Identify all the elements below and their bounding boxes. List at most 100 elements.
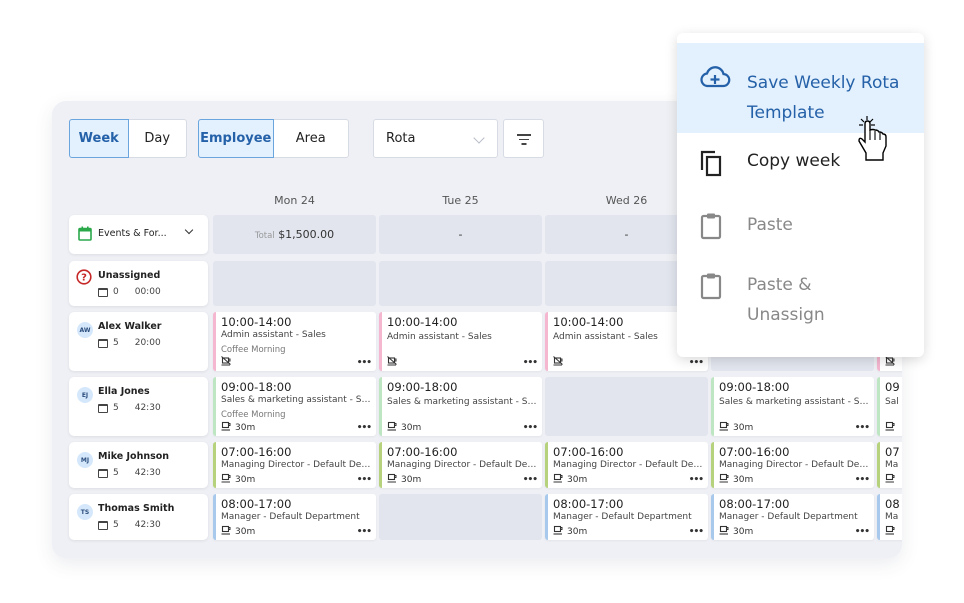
- hours-total: 00:00: [134, 287, 161, 297]
- employee-meta: 5 42:30: [98, 403, 161, 413]
- empty-cell[interactable]: [379, 494, 542, 540]
- group-area-button[interactable]: Area: [274, 120, 349, 157]
- avatar: AW: [77, 322, 93, 338]
- employee-meta: 5 42:30: [98, 520, 161, 530]
- menu-item-label: Paste & Unassign: [747, 275, 825, 325]
- menu-item-paste-unassign[interactable]: Paste & Unassign: [677, 270, 924, 340]
- employee-row-header[interactable]: AW Alex Walker 5 20:00: [69, 312, 208, 371]
- filter-icon-line: [521, 143, 526, 145]
- shift-card[interactable]: 10:00-14:00 Admin assistant - Sales •••: [379, 312, 542, 371]
- shift-card[interactable]: 07:00-16:00 Managing Director - Default …: [711, 442, 874, 488]
- empty-cell[interactable]: [545, 377, 708, 436]
- shift-time: 08:00-17:00: [221, 497, 292, 511]
- shift-card[interactable]: 08:00-17:00 Manager - Default Department…: [711, 494, 874, 540]
- events-filter-dropdown[interactable]: Events & For...: [69, 215, 208, 254]
- hand-pointer-cursor-icon: [858, 116, 887, 161]
- empty-cell[interactable]: [213, 261, 376, 306]
- shift-card[interactable]: 09:00-18:00 Sales & marketing assistant …: [379, 377, 542, 436]
- coffee-cup-icon: [387, 421, 398, 434]
- break-duration: 30m: [733, 422, 754, 433]
- more-options-button[interactable]: •••: [523, 358, 538, 368]
- shift-card[interactable]: 10:00-14:00 Admin assistant - Sales Coff…: [213, 312, 376, 371]
- more-options-button[interactable]: •••: [855, 423, 870, 433]
- total-value: -: [458, 228, 463, 241]
- break-duration: 30m: [235, 422, 256, 433]
- shift-time: 07:00-16:00: [387, 445, 458, 459]
- shift-card[interactable]: 07:00-16:00 Managing Director - Default …: [213, 442, 376, 488]
- clipboard-icon: [700, 213, 722, 240]
- shift-card[interactable]: 09:00-18:00 Sales & marketing assistant …: [711, 377, 874, 436]
- more-options-button[interactable]: •••: [689, 527, 704, 537]
- employee-name: Ella Jones: [98, 386, 150, 397]
- filter-icon: [516, 134, 531, 136]
- more-options-button[interactable]: •••: [357, 358, 372, 368]
- total-prefix: Total: [254, 231, 275, 241]
- group-employee-button[interactable]: Employee: [198, 119, 274, 158]
- more-options-button[interactable]: •••: [689, 475, 704, 485]
- menu-item-paste[interactable]: Paste: [677, 210, 924, 250]
- day-header: Tue 25: [442, 194, 479, 207]
- break-duration: 30m: [567, 474, 588, 485]
- unassigned-row-header[interactable]: ? Unassigned 0 00:00: [69, 261, 208, 306]
- coffee-cup-icon: [553, 525, 564, 538]
- more-options-button[interactable]: •••: [357, 527, 372, 537]
- shift-card[interactable]: 08:00-17:00 Manager - Default Department…: [213, 494, 376, 540]
- group-toggle: Employee Area: [198, 119, 349, 158]
- more-options-button[interactable]: •••: [855, 475, 870, 485]
- day-header: Mon 24: [274, 194, 315, 207]
- empty-cell[interactable]: [379, 261, 542, 306]
- coffee-cup-icon: [719, 421, 730, 434]
- shift-time: 10:00-14:00: [387, 315, 458, 329]
- cloud-plus-icon: [700, 66, 731, 88]
- break-duration: 30m: [733, 474, 754, 485]
- shift-card[interactable]: 07 Ma: [877, 442, 902, 488]
- more-options-button[interactable]: •••: [357, 423, 372, 433]
- hours-total: 42:30: [134, 468, 161, 478]
- employee-row-header[interactable]: EJ Ella Jones 5 42:30: [69, 377, 208, 436]
- no-break-icon: [885, 356, 896, 369]
- break-duration: 30m: [235, 526, 256, 537]
- shift-note: Coffee Morning: [221, 410, 286, 420]
- coffee-cup-icon: [221, 421, 232, 434]
- chevron-down-icon: [473, 132, 485, 144]
- coffee-cup-icon: [387, 473, 398, 486]
- shift-card[interactable]: 09:00-18:00 Sales & marketing assistant …: [213, 377, 376, 436]
- events-total-cell: -: [379, 215, 542, 254]
- view-week-button[interactable]: Week: [69, 119, 129, 158]
- calendar-icon: [78, 226, 92, 241]
- employee-row-header[interactable]: MJ Mike Johnson 5 42:30: [69, 442, 208, 488]
- shift-card[interactable]: 09 Sal: [877, 377, 902, 436]
- no-break-icon: [387, 356, 398, 369]
- shift-card[interactable]: 07:00-16:00 Managing Director - Default …: [379, 442, 542, 488]
- employee-row-header[interactable]: TS Thomas Smith 5 42:30: [69, 494, 208, 540]
- hours-total: 42:30: [134, 520, 161, 530]
- shift-card[interactable]: 08 Ma: [877, 494, 902, 540]
- shift-card[interactable]: 07:00-16:00 Managing Director - Default …: [545, 442, 708, 488]
- more-options-button[interactable]: •••: [523, 423, 538, 433]
- rota-select[interactable]: Rota: [373, 119, 498, 158]
- more-options-button[interactable]: •••: [357, 475, 372, 485]
- shift-role: Sales & marketing assistant - Sa...: [719, 397, 871, 407]
- shift-time: 09:00-18:00: [221, 380, 292, 394]
- shift-role: Managing Director - Default Dep...: [221, 460, 373, 470]
- shift-role: Managing Director - Default Dep...: [719, 460, 871, 470]
- more-options-button[interactable]: •••: [523, 475, 538, 485]
- shift-card[interactable]: 08:00-17:00 Manager - Default Department…: [545, 494, 708, 540]
- events-filter-label: Events & For...: [98, 228, 167, 239]
- shift-time: 09:00-18:00: [719, 380, 790, 394]
- break-duration: 30m: [401, 474, 422, 485]
- view-day-button[interactable]: Day: [129, 120, 187, 157]
- coffee-cup-icon: [719, 525, 730, 538]
- avatar: TS: [77, 504, 93, 520]
- shift-role: Manager - Default Department: [553, 512, 692, 522]
- shift-time: 07:00-16:00: [221, 445, 292, 459]
- shift-role: Sales & marketing assistant - Sa...: [221, 395, 373, 405]
- coffee-cup-icon: [885, 421, 896, 434]
- week-actions-menu: Save Weekly Rota Template Copy week Past…: [677, 33, 924, 357]
- employee-meta: 5 20:00: [98, 338, 161, 348]
- shift-role: Sal: [885, 397, 899, 407]
- filter-button[interactable]: [503, 119, 544, 158]
- more-options-button[interactable]: •••: [689, 358, 704, 368]
- more-options-button[interactable]: •••: [855, 527, 870, 537]
- coffee-cup-icon: [221, 473, 232, 486]
